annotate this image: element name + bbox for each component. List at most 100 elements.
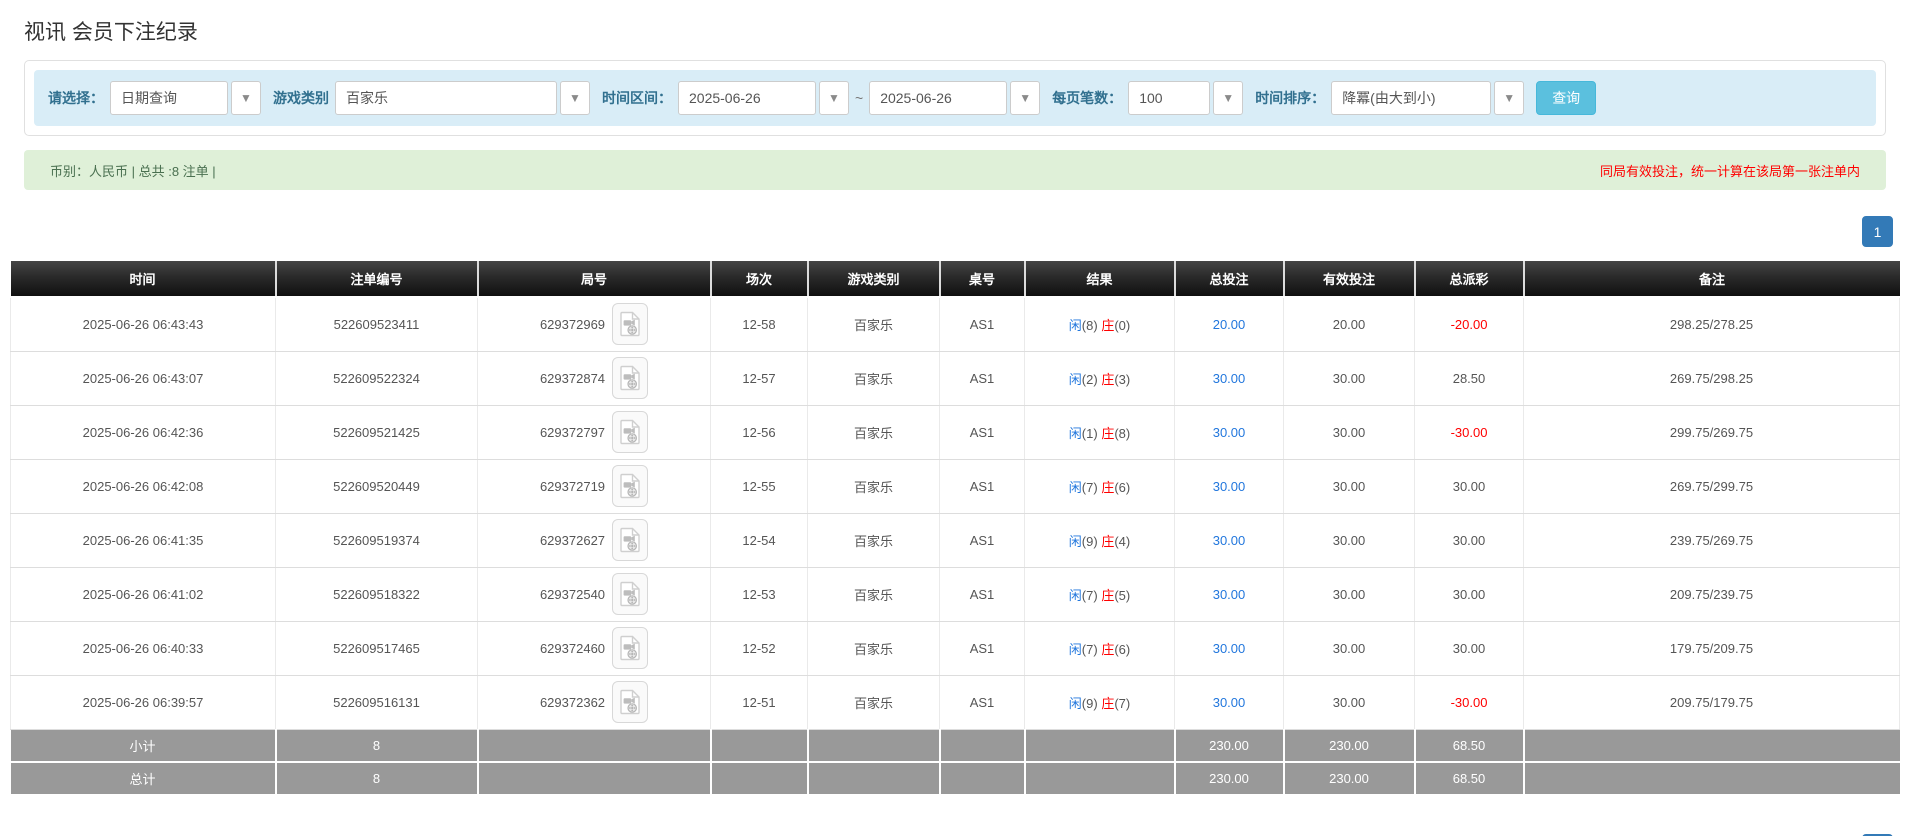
result-cell: 闲(9) 庄(4): [1024, 513, 1175, 568]
total-bet-link[interactable]: 30.00: [1213, 641, 1246, 656]
filter-bar: 请选择： 日期查询 ▼ 游戏类别 百家乐 ▼ 时间区间： 2025-06-26 …: [34, 70, 1876, 126]
table-number-cell: AS1: [939, 351, 1025, 406]
round-id: 629372627: [539, 532, 606, 548]
total-bet-cell: 30.00: [1174, 621, 1284, 676]
date-from-select[interactable]: 2025-06-26 ▼: [678, 81, 849, 115]
game-type-value[interactable]: 百家乐: [335, 81, 557, 115]
total-bet-cell: 30.00: [1174, 675, 1284, 730]
time-sort-select[interactable]: 降冪(由大到小) ▼: [1331, 81, 1525, 115]
player-points: (1): [1081, 425, 1098, 441]
banker-label: 庄: [1101, 695, 1115, 711]
chevron-down-icon[interactable]: ▼: [1213, 81, 1244, 115]
player-label: 闲: [1068, 587, 1082, 603]
video-file-icon: [619, 689, 640, 715]
note-cell: 209.75/179.75: [1523, 675, 1900, 730]
banker-points: (0): [1114, 317, 1131, 333]
time-sort-value[interactable]: 降冪(由大到小): [1331, 81, 1492, 115]
date-to-select[interactable]: 2025-06-26 ▼: [869, 81, 1041, 115]
banker-points: (6): [1114, 479, 1131, 495]
video-replay-button[interactable]: [612, 303, 649, 346]
chevron-down-icon[interactable]: ▼: [231, 81, 261, 115]
pagination-page-1[interactable]: 1: [1862, 216, 1893, 247]
column-header-8: 有效投注: [1283, 261, 1416, 298]
banker-points: (8): [1114, 425, 1131, 441]
video-replay-button[interactable]: [612, 411, 649, 453]
chevron-down-icon[interactable]: ▼: [819, 81, 849, 115]
player-label: 闲: [1068, 317, 1082, 333]
session-cell: 12-57: [710, 351, 808, 406]
table-row: 2025-06-26 06:43:07 522609522324 629372874…: [10, 351, 1900, 406]
total-bet-cell: 30.00: [1174, 405, 1284, 460]
round-wrap: 629372969: [540, 303, 649, 346]
valid-bet-cell: 30.00: [1283, 351, 1415, 406]
game-type-cell: 百家乐: [807, 459, 940, 514]
game-type-label: 游戏类别: [273, 90, 329, 106]
note-cell: 209.75/239.75: [1523, 567, 1900, 622]
round-wrap: 629372460: [540, 627, 649, 669]
query-mode-select[interactable]: 日期查询 ▼: [110, 81, 261, 115]
page-size-label: 每页笔数：: [1052, 90, 1123, 106]
column-header-9: 总派彩: [1414, 261, 1525, 298]
player-points: (7): [1081, 587, 1098, 603]
chevron-down-icon[interactable]: ▼: [1010, 81, 1041, 115]
column-header-7: 总投注: [1174, 261, 1285, 298]
video-replay-button[interactable]: [612, 627, 649, 669]
total-bet-link[interactable]: 30.00: [1213, 695, 1246, 710]
total-bet-link[interactable]: 30.00: [1213, 479, 1246, 494]
banker-label: 庄: [1101, 479, 1115, 495]
column-header-0: 时间: [10, 261, 277, 298]
page-title: 视讯 会员下注纪录: [24, 21, 198, 44]
total-bet-cell: 20.00: [1174, 297, 1284, 352]
banker-label: 庄: [1101, 371, 1115, 387]
session-cell: 12-58: [710, 297, 808, 352]
total-bet-cell: 30.00: [1174, 459, 1284, 514]
total-bet-link[interactable]: 20.00: [1213, 317, 1246, 332]
date-from-value[interactable]: 2025-06-26: [678, 81, 816, 115]
page-size-select[interactable]: 100 ▼: [1128, 81, 1244, 115]
search-button[interactable]: 查询: [1536, 81, 1597, 115]
subtotal-empty-cell: [939, 729, 1026, 763]
video-replay-button[interactable]: [612, 519, 649, 561]
chevron-down-icon[interactable]: ▼: [560, 81, 590, 115]
table-row: 2025-06-26 06:43:43 522609523411 629372969…: [10, 297, 1900, 352]
table-number-cell: AS1: [939, 297, 1025, 352]
bet-id-cell: 522609518322: [275, 567, 478, 622]
subtotal-empty-cell: [477, 729, 712, 763]
video-replay-button[interactable]: [612, 357, 649, 399]
column-header-5: 桌号: [939, 261, 1026, 298]
table-header-row: 时间 注单编号 局号 场次 游戏类别 桌号 结果 总投注 有效投注 总派彩 备注: [10, 261, 1900, 298]
total-bet-link[interactable]: 30.00: [1213, 425, 1246, 440]
round-cell: 629372874: [477, 351, 711, 406]
result-cell: 闲(2) 庄(3): [1024, 351, 1175, 406]
round-cell: 629372460: [477, 621, 711, 676]
chevron-down-icon[interactable]: ▼: [1494, 81, 1525, 115]
game-type-select[interactable]: 百家乐 ▼: [335, 81, 590, 115]
table-number-cell: AS1: [939, 405, 1025, 460]
table-row: 2025-06-26 06:41:35 522609519374 629372627…: [10, 513, 1900, 568]
total-bet-link[interactable]: 30.00: [1213, 533, 1246, 548]
page-size-value[interactable]: 100: [1128, 81, 1211, 115]
bet-id-cell: 522609522324: [275, 351, 478, 406]
total-bet-link[interactable]: 30.00: [1213, 587, 1246, 602]
video-file-icon: [619, 527, 640, 553]
table-row: 2025-06-26 06:39:57 522609516131 629372362…: [10, 675, 1900, 730]
total-bet-link[interactable]: 30.00: [1213, 371, 1246, 386]
column-header-1: 注单编号: [275, 261, 479, 298]
video-replay-button[interactable]: [612, 465, 649, 507]
player-points: (8): [1081, 317, 1098, 333]
note-cell: 179.75/209.75: [1523, 621, 1900, 676]
game-type-cell: 百家乐: [807, 513, 940, 568]
bet-records-table: 时间 注单编号 局号 场次 游戏类别 桌号 结果 总投注 有效投注 总派彩 备注 2025-06-26…: [10, 261, 1900, 796]
round-id: 629372362: [539, 694, 606, 710]
valid-bet-cell: 30.00: [1283, 405, 1415, 460]
table-row: 2025-06-26 06:40:33 522609517465 629372460…: [10, 621, 1900, 676]
note-cell: 239.75/269.75: [1523, 513, 1900, 568]
query-mode-value[interactable]: 日期查询: [110, 81, 228, 115]
total-empty-cell: [939, 762, 1026, 796]
video-replay-button[interactable]: [612, 573, 649, 615]
video-replay-button[interactable]: [612, 681, 649, 723]
video-file-icon: [619, 419, 640, 445]
player-label: 闲: [1068, 641, 1082, 657]
total-payout-cell: 68.50: [1414, 762, 1525, 796]
date-to-value[interactable]: 2025-06-26: [869, 81, 1008, 115]
